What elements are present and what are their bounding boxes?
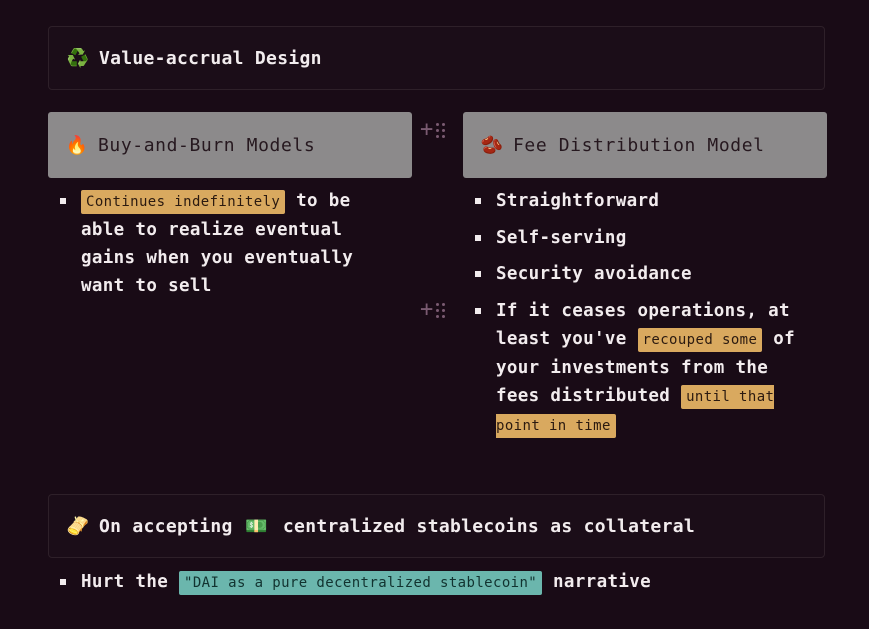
- taco-icon: 🫔: [66, 515, 90, 537]
- plus-icon[interactable]: +: [420, 299, 433, 321]
- drag-handle-icon[interactable]: [436, 302, 446, 318]
- list-item[interactable]: Self-serving: [474, 224, 819, 252]
- list-item[interactable]: Straightforward: [474, 187, 819, 215]
- block-handle[interactable]: +: [420, 119, 446, 141]
- stablecoin-list: Hurt the "DAI as a pure decentralized st…: [59, 568, 819, 597]
- drag-handle-icon[interactable]: [436, 122, 446, 138]
- dollar-banknote-icon: 💵: [245, 515, 269, 537]
- column-header-fee-distribution[interactable]: 🫘 Fee Distribution Model: [463, 112, 827, 178]
- list-item[interactable]: If it ceases operations, at least you've…: [474, 297, 819, 440]
- highlight: Continues indefinitely: [81, 190, 286, 214]
- plus-icon[interactable]: +: [420, 119, 433, 141]
- list-item[interactable]: Continues indefinitely to be able to rea…: [59, 187, 379, 300]
- block-handle[interactable]: +: [420, 299, 446, 321]
- recycle-icon: ♻️: [66, 47, 90, 69]
- highlight: recouped some: [637, 327, 763, 352]
- stablecoin-callout[interactable]: 🫔 On accepting 💵 centralized stablecoins…: [48, 494, 825, 558]
- fee-distribution-list: Straightforward Self-serving Security av…: [474, 187, 819, 440]
- list-item[interactable]: Security avoidance: [474, 260, 819, 288]
- callout-title: Value-accrual Design: [99, 47, 322, 69]
- list-item[interactable]: Hurt the "DAI as a pure decentralized st…: [59, 568, 819, 597]
- column-header-label: Fee Distribution Model: [513, 134, 765, 156]
- value-accrual-callout[interactable]: ♻️ Value-accrual Design: [48, 26, 825, 90]
- buy-and-burn-list: Continues indefinitely to be able to rea…: [59, 187, 379, 300]
- column-header-buy-and-burn[interactable]: 🔥 Buy-and-Burn Models: [48, 112, 412, 178]
- beans-icon: 🫘: [480, 134, 504, 156]
- fire-icon: 🔥: [65, 134, 89, 156]
- column-header-label: Buy-and-Burn Models: [98, 134, 316, 156]
- highlight: "DAI as a pure decentralized stablecoin": [178, 571, 543, 595]
